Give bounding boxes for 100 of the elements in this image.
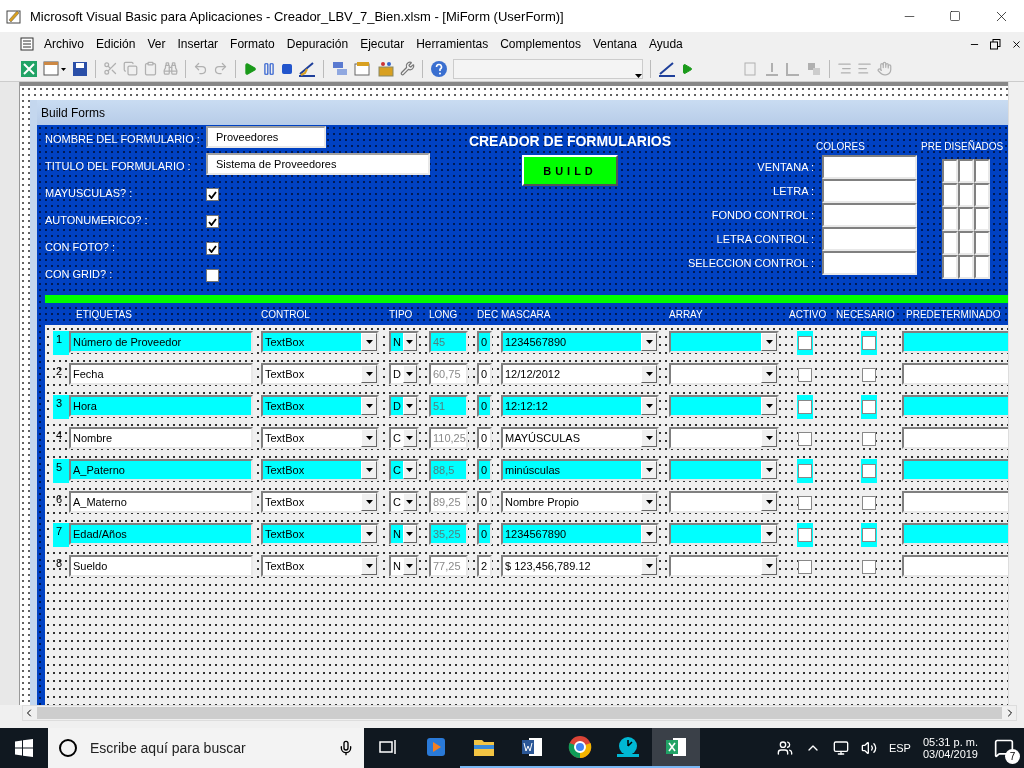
length-field[interactable]: 45 xyxy=(429,331,468,353)
decimals-field[interactable]: 0 xyxy=(477,491,492,513)
length-field[interactable]: 51 xyxy=(429,395,468,417)
control-combo[interactable]: TextBox xyxy=(261,491,379,513)
label-field[interactable]: Nombre xyxy=(69,427,253,449)
menu-item[interactable]: Ejecutar xyxy=(354,37,411,51)
microphone-icon[interactable] xyxy=(338,740,354,756)
menu-item[interactable]: Formato xyxy=(224,37,281,51)
menu-item[interactable]: Archivo xyxy=(38,37,90,51)
array-combo[interactable] xyxy=(669,555,779,577)
horizontal-scrollbar[interactable] xyxy=(22,705,1017,721)
document-app-icon[interactable] xyxy=(521,736,543,758)
preset-swatch[interactable] xyxy=(958,183,974,207)
run-icon[interactable] xyxy=(681,62,693,75)
control-combo[interactable]: TextBox xyxy=(261,363,379,385)
type-combo[interactable]: N xyxy=(389,555,419,577)
control-combo[interactable]: TextBox xyxy=(261,523,379,545)
array-combo[interactable] xyxy=(669,363,779,385)
preset-swatch[interactable] xyxy=(958,159,974,183)
checkbox[interactable] xyxy=(862,528,876,542)
type-combo[interactable]: D xyxy=(389,363,419,385)
default-field[interactable] xyxy=(902,395,1008,417)
decimals-field[interactable]: 0 xyxy=(477,459,492,481)
color-field[interactable] xyxy=(822,203,917,227)
preset-swatch[interactable] xyxy=(942,159,958,183)
windows-icon[interactable] xyxy=(15,739,33,757)
preset-swatch[interactable] xyxy=(974,255,990,279)
preset-swatch[interactable] xyxy=(942,183,958,207)
checkbox[interactable] xyxy=(206,242,219,255)
type-combo[interactable]: C xyxy=(389,459,419,481)
menu-item[interactable]: Herramientas xyxy=(410,37,495,51)
media-player-icon[interactable] xyxy=(425,736,447,758)
length-field[interactable]: 88,5 xyxy=(429,459,468,481)
mask-combo[interactable]: 1234567890 xyxy=(501,331,659,353)
menu-item[interactable]: Depuración xyxy=(280,37,355,51)
array-combo[interactable] xyxy=(669,459,779,481)
checkbox[interactable] xyxy=(862,432,876,446)
menu-item[interactable]: Ventana xyxy=(586,37,643,51)
folder-icon[interactable] xyxy=(473,737,495,757)
color-field[interactable] xyxy=(822,155,917,179)
search-field[interactable]: Escribe aquí para buscar xyxy=(88,739,328,757)
checkbox[interactable] xyxy=(798,560,812,574)
color-field[interactable] xyxy=(822,227,917,251)
checkbox[interactable] xyxy=(798,336,812,350)
mask-combo[interactable]: $ 123,456,789.12 xyxy=(501,555,659,577)
text-field[interactable]: Sistema de Proveedores xyxy=(206,153,430,175)
preset-swatch[interactable] xyxy=(958,207,974,231)
language-indicator[interactable]: ESP xyxy=(888,742,911,754)
preset-swatch[interactable] xyxy=(942,231,958,255)
design-mode-icon[interactable] xyxy=(658,60,676,77)
task-view-icon[interactable] xyxy=(378,738,398,756)
spreadsheet-app-icon[interactable] xyxy=(665,736,687,758)
default-field[interactable] xyxy=(902,491,1008,513)
menu-item[interactable]: Edición xyxy=(90,37,142,51)
mask-combo[interactable]: Nombre Propio xyxy=(501,491,659,513)
type-combo[interactable]: N xyxy=(389,523,419,545)
length-field[interactable]: 77,25 xyxy=(429,555,468,577)
mask-combo[interactable]: 1234567890 xyxy=(501,523,659,545)
checkbox[interactable] xyxy=(862,496,876,510)
toolbox-icon[interactable] xyxy=(377,60,395,77)
default-field[interactable] xyxy=(902,555,1008,577)
length-field[interactable]: 110,25 xyxy=(429,427,468,449)
browser-icon[interactable] xyxy=(568,735,592,759)
array-combo[interactable] xyxy=(669,331,779,353)
restore-icon[interactable] xyxy=(990,38,1001,50)
default-field[interactable] xyxy=(902,363,1008,385)
mask-combo[interactable]: MAYÚSCULAS xyxy=(501,427,659,449)
mask-combo[interactable]: 12:12:12 xyxy=(501,395,659,417)
decimals-field[interactable]: 0 xyxy=(477,363,492,385)
color-field[interactable] xyxy=(822,179,917,203)
label-field[interactable]: Hora xyxy=(69,395,253,417)
preset-swatch[interactable] xyxy=(958,231,974,255)
array-combo[interactable] xyxy=(669,491,779,513)
checkbox[interactable] xyxy=(862,336,876,350)
length-field[interactable]: 35,25 xyxy=(429,523,468,545)
mask-combo[interactable]: minúsculas xyxy=(501,459,659,481)
clock-app-icon[interactable] xyxy=(615,736,641,758)
menu-item[interactable]: Complementos xyxy=(494,37,587,51)
decimals-field[interactable]: 0 xyxy=(477,523,492,545)
preset-swatch[interactable] xyxy=(974,159,990,183)
preset-swatch[interactable] xyxy=(958,255,974,279)
type-combo[interactable]: N xyxy=(389,331,419,353)
clock-date[interactable]: 03/04/2019 xyxy=(922,748,978,760)
decimals-field[interactable]: 0 xyxy=(477,331,492,353)
default-field[interactable] xyxy=(902,459,1008,481)
control-combo[interactable]: TextBox xyxy=(261,427,379,449)
array-combo[interactable] xyxy=(669,395,779,417)
taskbar-button[interactable] xyxy=(652,728,700,768)
save-icon[interactable] xyxy=(72,60,88,77)
label-field[interactable]: Sueldo xyxy=(69,555,253,577)
default-field[interactable] xyxy=(902,427,1008,449)
checkbox[interactable] xyxy=(798,400,812,414)
stop-icon[interactable] xyxy=(281,62,293,75)
people-icon[interactable] xyxy=(776,740,793,756)
color-field[interactable] xyxy=(822,251,917,275)
control-combo[interactable]: TextBox xyxy=(261,395,379,417)
length-field[interactable]: 60,75 xyxy=(429,363,468,385)
label-field[interactable]: A_Materno xyxy=(69,491,253,513)
checkbox[interactable] xyxy=(862,560,876,574)
preset-swatch[interactable] xyxy=(942,255,958,279)
